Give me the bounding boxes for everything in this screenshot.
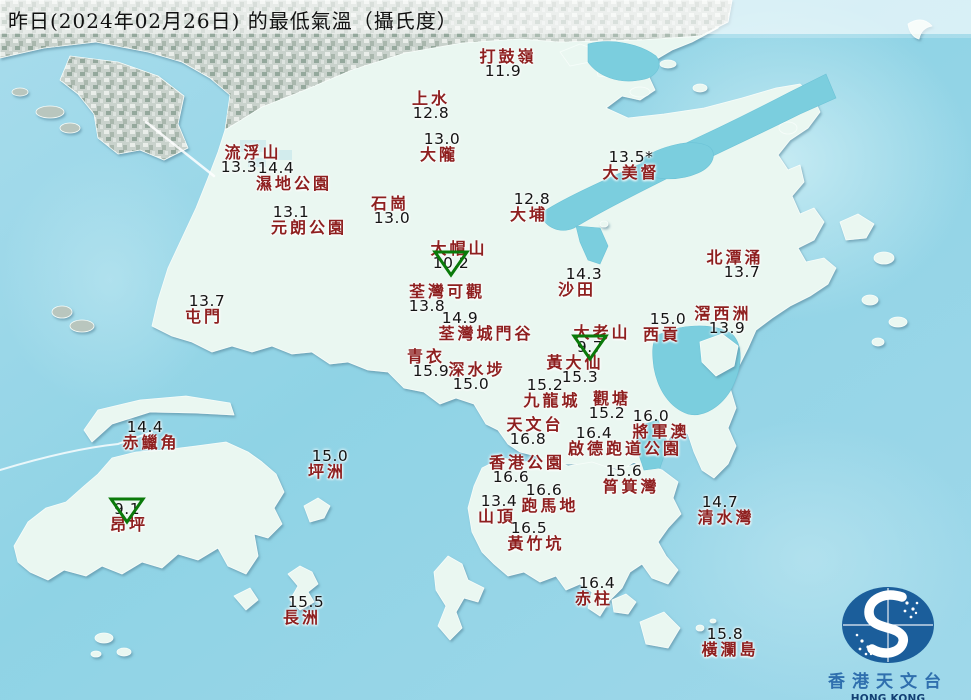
hko-logo-chinese-name: 香港天文台 <box>828 672 948 692</box>
weather-map-screen: 昨日(2024年02月26日) 的最低氣溫（攝氏度） 打鼓嶺 11.9 上水 12.8… <box>0 0 971 700</box>
hko-logo: 香港天文台 HONG KONG OBSERVATORY <box>806 584 970 700</box>
hko-logo-english-name: HONG KONG OBSERVATORY <box>850 693 926 700</box>
hko-emblem-icon <box>842 587 934 663</box>
page-title: 昨日(2024年02月26日) 的最低氣溫（攝氏度） <box>8 9 458 33</box>
